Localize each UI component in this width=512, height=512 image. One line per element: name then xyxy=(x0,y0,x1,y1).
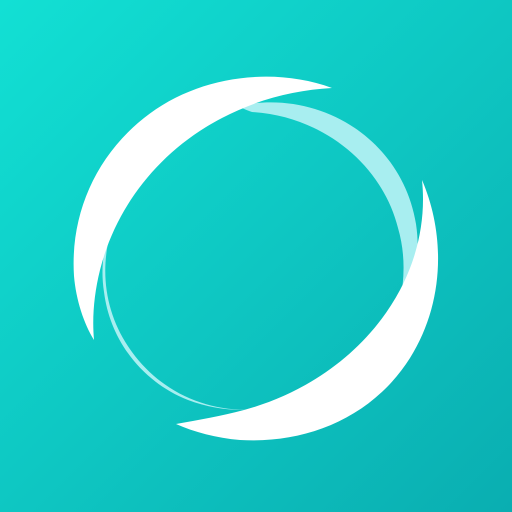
app-icon-tile xyxy=(0,0,512,512)
swirl-ring-icon xyxy=(0,0,512,512)
